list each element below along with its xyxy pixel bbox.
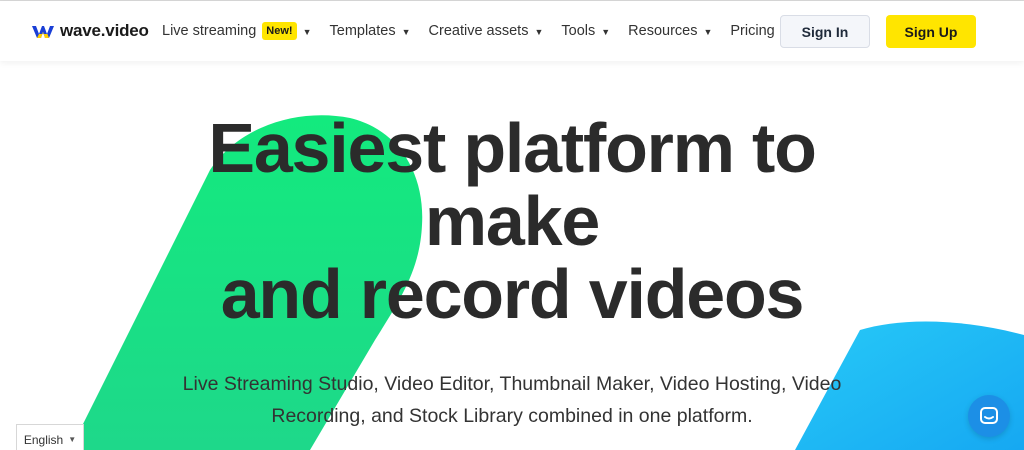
hero-title-line: Easiest platform to [208, 109, 817, 187]
site-header: wave.video Live streaming New! ▼ Templat… [0, 1, 1024, 61]
chevron-down-icon: ▼ [401, 27, 411, 37]
nav-pricing[interactable]: Pricing [730, 23, 774, 39]
nav-label: Live streaming [162, 23, 257, 39]
hero-title-line: make [424, 182, 600, 260]
nav-creative-assets[interactable]: Creative assets ▼ [429, 23, 544, 39]
logo-text: wave.video [60, 21, 149, 40]
nav-label: Templates [329, 23, 396, 39]
new-badge: New! [262, 22, 297, 40]
chevron-down-icon: ▼ [601, 27, 611, 37]
main-nav: Live streaming New! ▼ Templates ▼ Creati… [162, 1, 793, 61]
chevron-down-icon: ▼ [302, 27, 312, 37]
language-label: English [23, 432, 64, 447]
chat-button[interactable] [968, 395, 1010, 437]
chevron-down-icon: ▼ [534, 27, 544, 37]
nav-tools[interactable]: Tools ▼ [561, 23, 610, 39]
chevron-down-icon: ▼ [68, 435, 77, 444]
hero-title-line: and record videos [220, 255, 805, 333]
nav-resources[interactable]: Resources ▼ [628, 23, 712, 39]
nav-live-streaming[interactable]: Live streaming New! ▼ [162, 22, 312, 40]
hero-title: Easiest platform to make and record vide… [112, 112, 912, 331]
nav-label: Creative assets [428, 23, 529, 39]
language-selector[interactable]: English ▼ [16, 424, 84, 450]
nav-label: Tools [561, 23, 596, 39]
sign-up-button[interactable]: Sign Up [886, 15, 976, 48]
nav-label: Pricing [730, 23, 775, 39]
logo[interactable]: wave.video [32, 19, 149, 43]
wave-logo-icon [32, 26, 54, 38]
hero-subtitle: Live Streaming Studio, Video Editor, Thu… [182, 373, 842, 427]
nav-templates[interactable]: Templates ▼ [330, 23, 411, 39]
nav-label: Resources [628, 23, 698, 39]
page: wave.video Live streaming New! ▼ Templat… [0, 0, 1024, 450]
sign-in-button[interactable]: Sign In [780, 15, 870, 48]
chevron-down-icon: ▼ [703, 27, 713, 37]
chat-icon [980, 407, 998, 424]
